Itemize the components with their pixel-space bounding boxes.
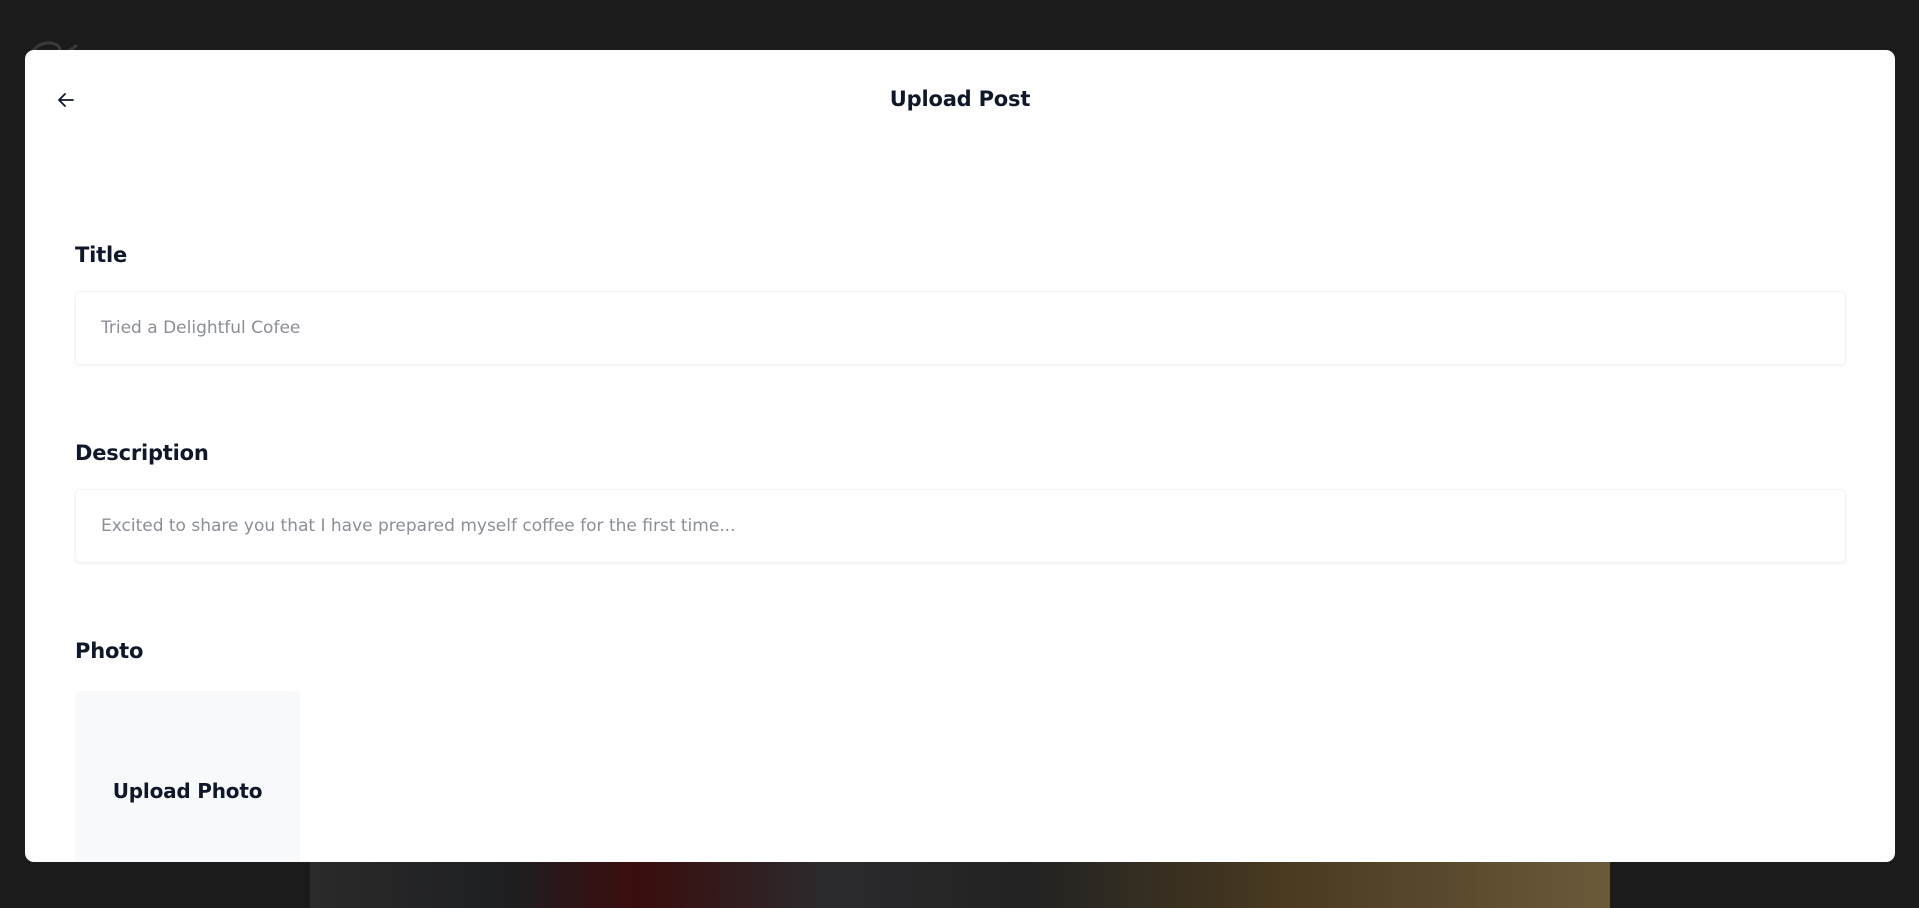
description-input[interactable] [75, 489, 1846, 563]
upload-post-form: Title Description Photo Upload Photo [25, 243, 1895, 862]
title-input[interactable] [75, 291, 1846, 365]
background-photo [310, 862, 1610, 908]
modal-title: Upload Post [889, 87, 1031, 111]
upload-post-modal: Upload Post Title Description Photo Uplo… [25, 50, 1895, 862]
title-label: Title [75, 243, 128, 267]
upload-photo-label: Upload Photo [112, 779, 263, 803]
modal-header: Upload Post [25, 50, 1895, 150]
description-label: Description [75, 441, 209, 465]
upload-photo-button[interactable]: Upload Photo [75, 691, 300, 862]
photo-label: Photo [75, 639, 144, 663]
